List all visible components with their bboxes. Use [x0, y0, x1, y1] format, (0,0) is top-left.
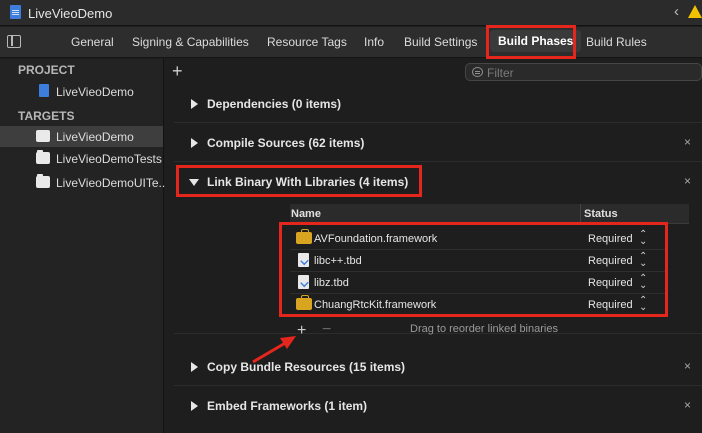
annotation-arrow-icon	[252, 336, 296, 364]
